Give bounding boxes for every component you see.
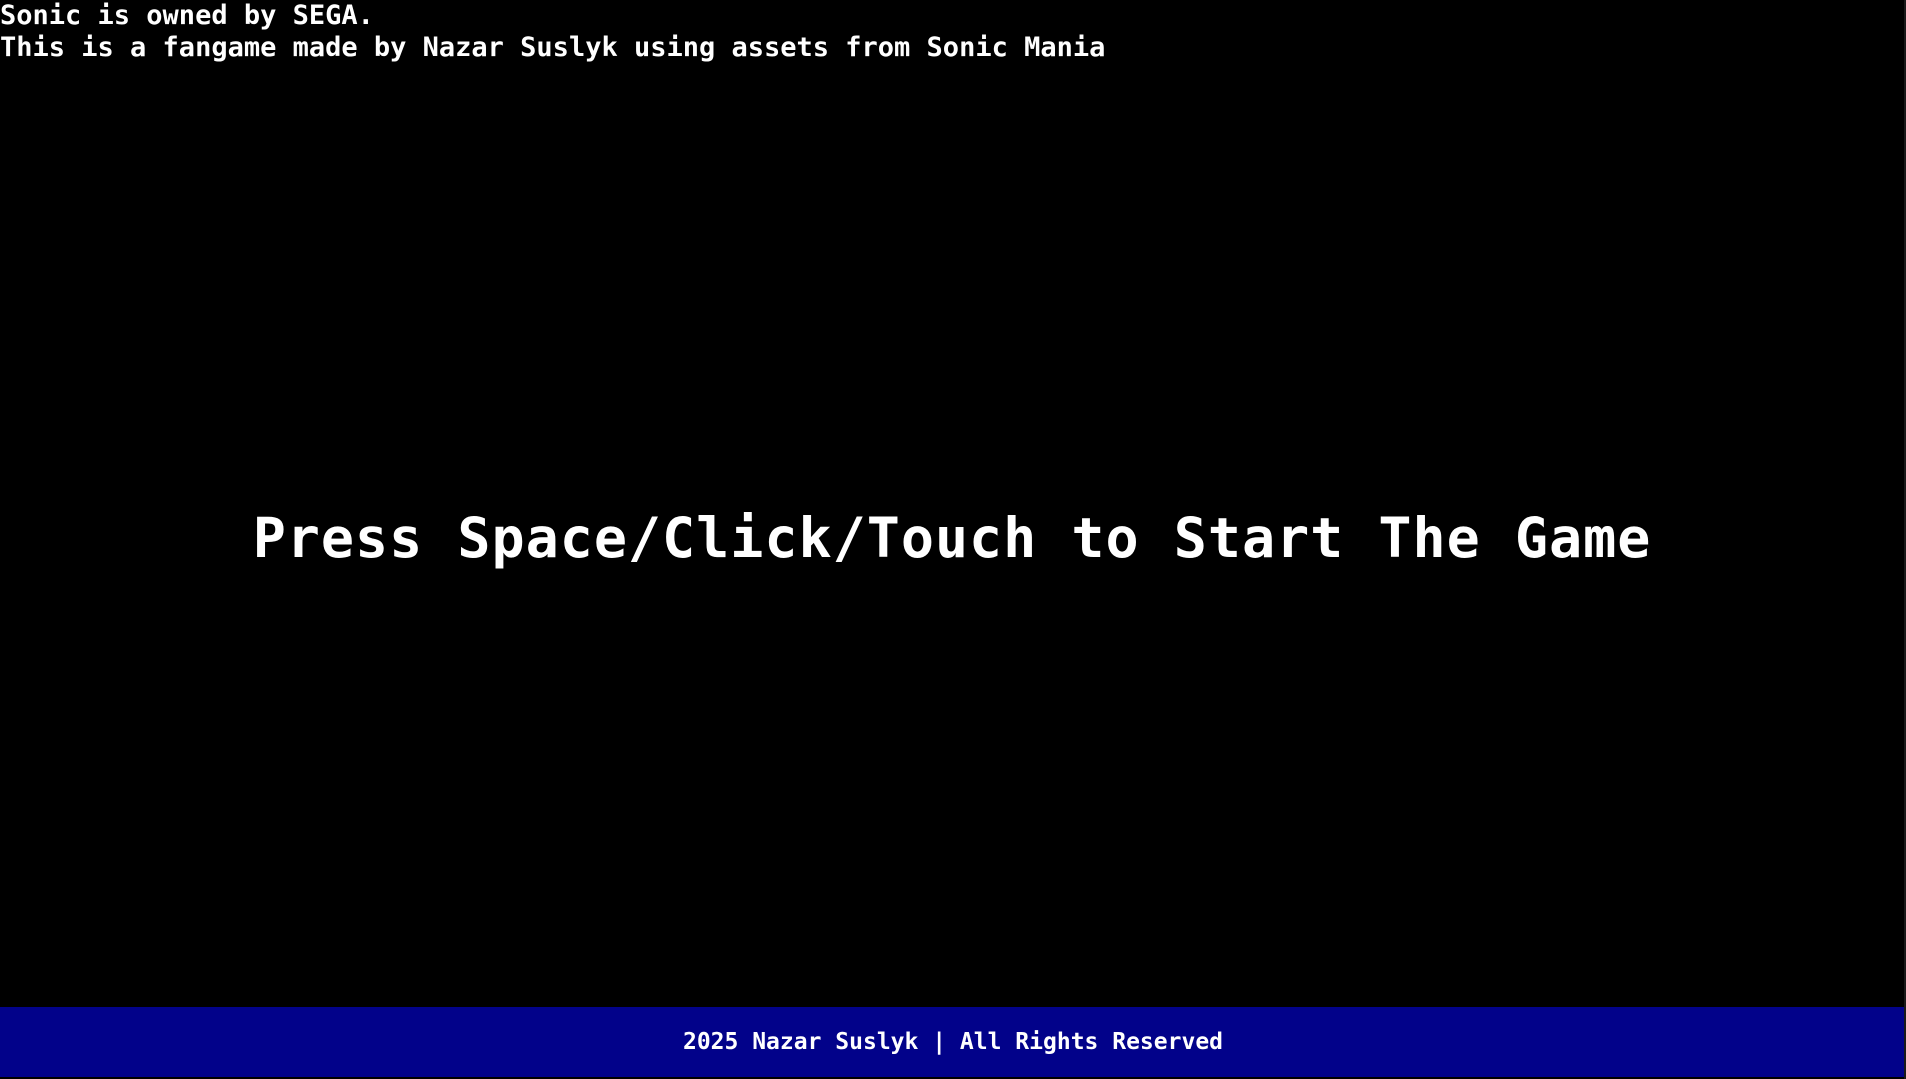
credits-line-fangame: This is a fangame made by Nazar Suslyk u…	[0, 32, 1106, 63]
footer-copyright: 2025 Nazar Suslyk | All Rights Reserved	[682, 1029, 1224, 1055]
footer-bar: 2025 Nazar Suslyk | All Rights Reserved	[0, 1007, 1906, 1077]
credits-text: Sonic is owned by SEGA. This is a fangam…	[0, 0, 1105, 64]
credits-line-sega: Sonic is owned by SEGA.	[0, 0, 374, 31]
game-canvas[interactable]: Sonic is owned by SEGA. This is a fangam…	[0, 0, 1906, 1006]
start-game-prompt[interactable]: Press Space/Click/Touch to Start The Gam…	[0, 500, 1905, 576]
